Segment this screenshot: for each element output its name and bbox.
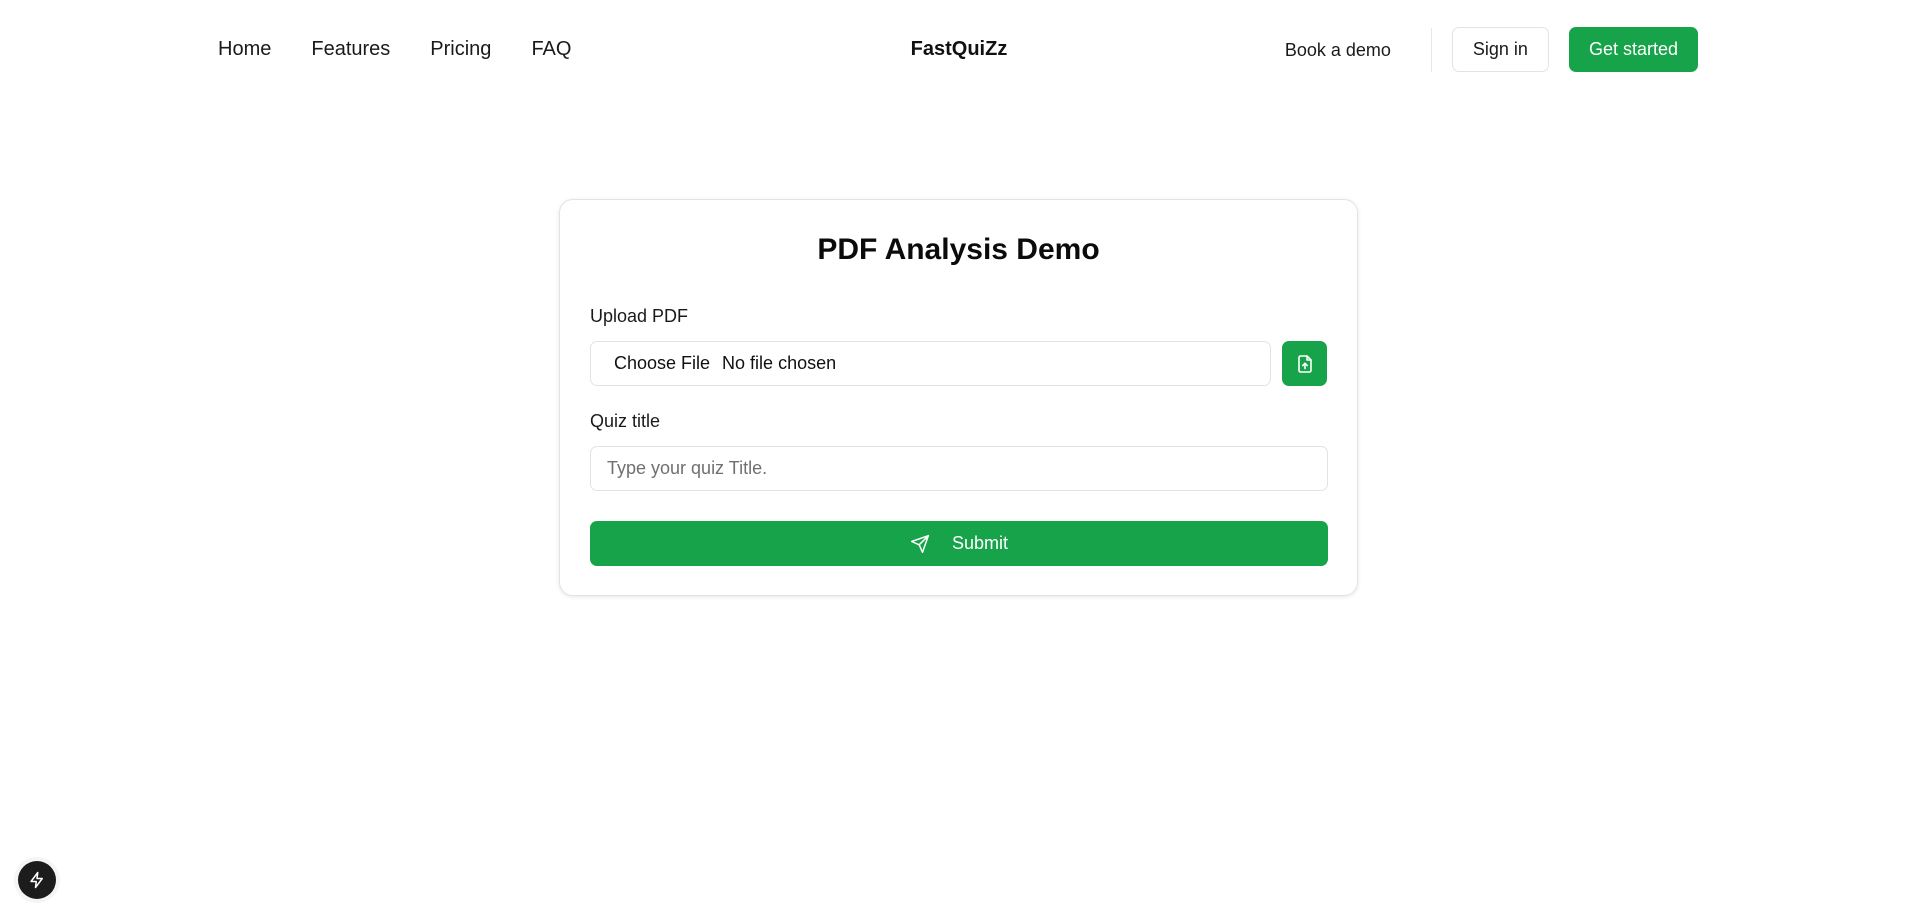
card-title: PDF Analysis Demo [817, 233, 1100, 266]
sign-in-button[interactable]: Sign in [1451, 27, 1549, 72]
nav-features-link[interactable]: Features [311, 36, 390, 62]
choose-file-button[interactable]: Choose File [614, 353, 710, 374]
top-nav: Home Features Pricing FAQ FastQuiZz Book… [0, 0, 1918, 98]
file-status-text: No file chosen [722, 353, 837, 373]
brand-logo-text[interactable]: FastQuiZz [911, 38, 1008, 60]
quiz-title-input[interactable] [590, 446, 1328, 491]
pdf-analysis-card: PDF Analysis Demo Upload PDF Choose File… [559, 199, 1358, 596]
book-demo-link[interactable]: Book a demo [1265, 28, 1411, 72]
submit-button[interactable]: Submit [590, 521, 1328, 566]
file-upload-icon [1297, 354, 1313, 373]
get-started-button[interactable]: Get started [1568, 27, 1698, 72]
quiz-title-label: Quiz title [590, 411, 661, 431]
header-divider [1430, 27, 1432, 72]
nav-pricing-link[interactable]: Pricing [430, 36, 491, 62]
upload-file-button[interactable] [1282, 341, 1327, 386]
pdf-file-input[interactable]: Choose File No file chosen [590, 341, 1271, 386]
nav-home-link[interactable]: Home [218, 36, 271, 62]
header-actions: Book a demo Sign in Get started [1265, 27, 1698, 72]
nav-links: Home Features Pricing FAQ [218, 36, 611, 62]
upload-pdf-label: Upload PDF [590, 306, 689, 326]
lightning-icon [28, 871, 46, 889]
nav-faq-link[interactable]: FAQ [531, 36, 571, 62]
lightning-badge-button[interactable] [18, 861, 56, 899]
page: Home Features Pricing FAQ FastQuiZz Book… [0, 0, 1918, 915]
submit-label: Submit [951, 533, 1009, 553]
send-icon [910, 534, 930, 554]
